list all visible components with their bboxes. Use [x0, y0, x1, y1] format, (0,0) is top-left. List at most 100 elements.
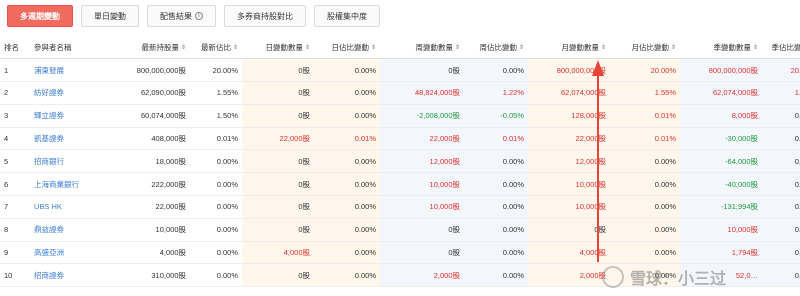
- column-header[interactable]: 日變動數量 ⇕: [242, 36, 314, 60]
- watermark-text: 雪球：小三过: [630, 269, 727, 288]
- table-cell: 10,000股: [528, 195, 610, 219]
- table-cell: 0.00%: [464, 241, 528, 265]
- table-cell: 0.00%: [190, 218, 242, 242]
- table-cell: 5: [0, 149, 30, 174]
- table-cell: 408,000股: [104, 127, 190, 151]
- column-header[interactable]: 季佔比變動⇕: [762, 36, 800, 60]
- table-cell: 18,000股: [104, 149, 190, 174]
- table-cell: 6: [0, 172, 30, 197]
- table-cell: 8: [0, 218, 30, 242]
- participant-name-link[interactable]: 凱基證券: [30, 127, 104, 151]
- table-cell: 22,000股: [104, 195, 190, 219]
- tab-4[interactable]: 多券商持股對比: [224, 5, 306, 27]
- table-row: 5 招商銀行 18,000股 0.00% 0股 0.00% 12,000股 0.00% 12,0…: [0, 149, 800, 174]
- column-header[interactable]: 周佔比變動 ⇕: [464, 36, 528, 60]
- table-cell: 0股: [242, 149, 314, 174]
- table-cell: 10,000股: [104, 218, 190, 242]
- column-header[interactable]: 周變動數量 ⇕: [380, 36, 464, 60]
- sort-icon[interactable]: ⇕: [233, 44, 238, 51]
- table-cell: 0股: [242, 104, 314, 128]
- column-header[interactable]: 最新佔比 ⇕: [190, 36, 242, 60]
- table-cell: -64,000股: [680, 149, 762, 174]
- tab-5[interactable]: 股權集中度: [314, 5, 380, 27]
- participant-name-link[interactable]: 上海商業銀行: [30, 172, 104, 197]
- tab-label: 配售結果: [160, 11, 192, 21]
- table-cell: 128,000股: [528, 104, 610, 128]
- table-cell: 62,074,000股: [528, 81, 610, 105]
- column-header[interactable]: 季變動數量 ⇕: [680, 36, 762, 60]
- participant-name-link[interactable]: UBS HK: [30, 195, 104, 219]
- column-header-label: 最新佔比: [200, 42, 231, 52]
- sort-icon[interactable]: ⇕: [181, 44, 186, 51]
- table-cell: 0.00%: [610, 195, 680, 219]
- table-cell: 0.00%: [314, 241, 380, 265]
- table-cell: 1: [0, 58, 30, 83]
- table-cell: 12,000股: [380, 149, 464, 174]
- table-cell: 0.00%: [190, 241, 242, 265]
- sort-icon[interactable]: ⇕: [671, 44, 676, 51]
- table-cell: 0股: [380, 58, 464, 83]
- table-row: 7 UBS HK 22,000股 0.00% 0股 0.00% 10,000股 0.00% 10…: [0, 195, 800, 219]
- sort-icon[interactable]: ⇕: [305, 44, 310, 51]
- table-cell: 0.00%: [314, 195, 380, 219]
- sort-icon[interactable]: ⇕: [519, 44, 524, 51]
- table-cell: -131,994股: [680, 195, 762, 219]
- table-cell: 4,000股: [104, 241, 190, 265]
- table-cell: 20.00%: [610, 58, 680, 83]
- column-header-label: 周佔比變動: [479, 42, 517, 52]
- table-cell: 222,000股: [104, 172, 190, 197]
- table-cell: 0股: [242, 58, 314, 83]
- table-cell: 2,000股: [380, 263, 464, 288]
- table-cell: 0.00%: [190, 149, 242, 174]
- table-cell: 0.00%: [610, 149, 680, 174]
- participant-name-link[interactable]: 浦東發展: [30, 58, 104, 83]
- table-row: 3 輝立證券 60,074,000股 1.50% 0股 0.00% -2,008,000股 -…: [0, 104, 800, 128]
- column-header-label: 最新持股量: [141, 42, 179, 52]
- table-cell: 4,000股: [528, 241, 610, 265]
- tab-bar: 多週期變動 單日變動 配售結果 i 多券商持股對比 股權集中度: [7, 5, 380, 27]
- table-cell: 1,794股: [680, 241, 762, 265]
- column-header-label: 季變動數量: [713, 42, 751, 52]
- table-cell: 62,090,000股: [104, 81, 190, 105]
- participant-name-link[interactable]: 輝立證券: [30, 104, 104, 128]
- table-cell: 4: [0, 127, 30, 151]
- participant-name-link[interactable]: 招商證券: [30, 263, 104, 288]
- column-header: 參與者名稱: [30, 36, 104, 60]
- sort-icon[interactable]: ⇕: [601, 44, 606, 51]
- column-header[interactable]: 日佔比變動 ⇕: [314, 36, 380, 60]
- table-row: 1 浦東發展 800,000,000股 20.00% 0股 0.00% 0股 0.00% 800…: [0, 58, 800, 83]
- column-header-label: 參與者名稱: [34, 42, 72, 52]
- sort-icon[interactable]: ⇕: [455, 44, 460, 51]
- column-header-label: 月變動數量: [561, 42, 599, 52]
- column-header[interactable]: 月變動數量 ⇕: [528, 36, 610, 60]
- table-cell: 800,000,000股: [104, 58, 190, 83]
- tab-1[interactable]: 多週期變動: [7, 5, 73, 27]
- table-cell: 3: [0, 104, 30, 128]
- participant-name-link[interactable]: 高盛亞洲: [30, 241, 104, 265]
- table-cell: 22,000股: [528, 127, 610, 151]
- table-cell: 0.01%: [610, 127, 680, 151]
- column-header[interactable]: 月佔比變動 ⇕: [610, 36, 680, 60]
- snowball-logo-icon: [602, 266, 624, 288]
- column-header[interactable]: 最新持股量 ⇕: [104, 36, 190, 60]
- table-cell: 0.00%: [464, 172, 528, 197]
- table-cell: 2: [0, 81, 30, 105]
- sort-icon[interactable]: ⇕: [371, 44, 376, 51]
- table-cell: 1.55%: [762, 81, 800, 105]
- table-cell: 0股: [242, 263, 314, 288]
- participant-name-link[interactable]: 招商銀行: [30, 149, 104, 174]
- table-cell: 7: [0, 195, 30, 219]
- column-header-label: 月佔比變動: [631, 42, 669, 52]
- participant-name-link[interactable]: 鼎益證券: [30, 218, 104, 242]
- tab-2[interactable]: 單日變動: [81, 5, 139, 27]
- table-cell: 60,074,000股: [104, 104, 190, 128]
- tab-3[interactable]: 配售結果 i: [147, 5, 216, 27]
- participant-name-link[interactable]: 紡好證券: [30, 81, 104, 105]
- table-cell: 0.00%: [762, 172, 800, 197]
- table-cell: 0股: [380, 241, 464, 265]
- table-cell: 0.00%: [762, 195, 800, 219]
- table-cell: 62,074,000股: [680, 81, 762, 105]
- sort-icon[interactable]: ⇕: [753, 44, 758, 51]
- info-icon[interactable]: i: [195, 12, 203, 20]
- column-header-label: 排名: [4, 42, 19, 52]
